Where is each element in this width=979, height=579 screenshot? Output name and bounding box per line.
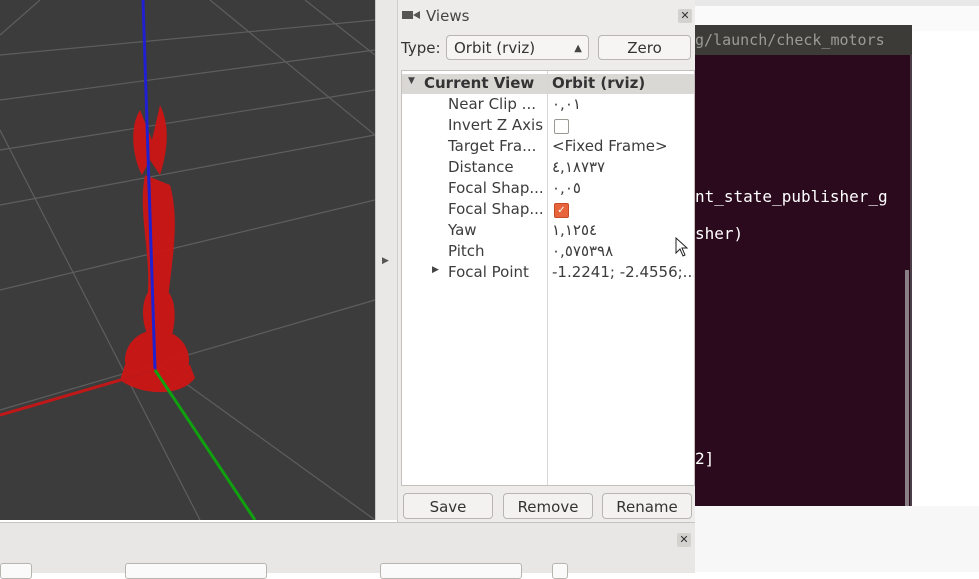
mouse-cursor-icon: [675, 237, 689, 257]
scene-canvas: [0, 0, 375, 520]
type-label: Type:: [401, 39, 441, 57]
property-name: Distance: [448, 158, 514, 176]
rename-button[interactable]: Rename: [602, 493, 692, 519]
time-field[interactable]: [125, 563, 267, 579]
close-icon[interactable]: ✕: [677, 533, 691, 547]
property-name: Near Clip ...: [448, 95, 536, 113]
terminal-line: nt_state_publisher_g: [695, 187, 888, 206]
invert-z-checkbox[interactable]: [554, 119, 569, 134]
time-field[interactable]: [380, 563, 522, 579]
terminal-line: 2]: [695, 449, 715, 468]
expand-arrow-icon[interactable]: ▶: [432, 265, 439, 275]
property-value[interactable]: <Fixed Frame>: [552, 137, 668, 155]
property-name: Focal Shap...: [448, 179, 544, 197]
property-name: Target Fra...: [448, 137, 537, 155]
time-panel: ✕: [0, 522, 695, 579]
focal-shape-checkbox[interactable]: ✓: [554, 203, 569, 218]
terminal-titlebar[interactable]: g/launch/check_motors: [695, 25, 912, 55]
property-value[interactable]: ١,١٢٥٤: [552, 221, 597, 239]
views-panel: Views ✕ Type: Orbit (rviz) ▲ Zero ▼ Curr…: [397, 0, 696, 522]
time-field[interactable]: [0, 563, 32, 579]
views-panel-title: Views: [426, 7, 470, 25]
property-name: Yaw: [448, 221, 477, 239]
tree-row-invert-z[interactable]: Invert Z Axis: [402, 116, 694, 137]
property-tree[interactable]: ▼ Current View Orbit (rviz) Near Clip ..…: [401, 70, 695, 486]
save-button[interactable]: Save: [403, 493, 493, 519]
render-viewport[interactable]: [0, 0, 375, 520]
desktop-background: [695, 506, 979, 572]
property-value[interactable]: ٠,٥٧٥٣٩٨: [552, 242, 613, 260]
tree-row-target-frame[interactable]: Target Fra... <Fixed Frame>: [402, 137, 694, 158]
property-value[interactable]: -1.2241; -2.4556;...: [552, 263, 694, 281]
collapse-arrow-icon[interactable]: ▼: [408, 76, 415, 86]
views-panel-titlebar[interactable]: Views ✕: [398, 3, 696, 27]
property-value[interactable]: ٠,٠١: [552, 95, 581, 113]
current-view-row[interactable]: ▼ Current View Orbit (rviz): [402, 74, 694, 95]
time-checkbox[interactable]: [552, 563, 568, 579]
terminal-line: sher): [695, 224, 744, 243]
tree-row-focal-shape-fixed[interactable]: Focal Shap... ✓: [402, 200, 694, 221]
tree-row-pitch[interactable]: Pitch ٠,٥٧٥٣٩٨: [402, 242, 694, 263]
tree-row-focal-shape-size[interactable]: Focal Shap... ٠,٠٥: [402, 179, 694, 200]
property-name: Focal Point: [448, 263, 529, 281]
tree-row-yaw[interactable]: Yaw ١,١٢٥٤: [402, 221, 694, 242]
zero-button[interactable]: Zero: [598, 35, 691, 60]
select-arrows-icon: ▲: [574, 43, 582, 54]
property-name: Focal Shap...: [448, 200, 544, 218]
tree-row-near-clip[interactable]: Near Clip ... ٠,٠١: [402, 95, 694, 116]
current-view-label: Current View: [424, 74, 535, 92]
remove-button[interactable]: Remove: [503, 493, 593, 519]
panel-splitter[interactable]: ▶: [375, 0, 398, 520]
camera-icon: [402, 11, 420, 19]
property-value[interactable]: ٤,١٨٧٣٧: [552, 158, 605, 176]
close-icon[interactable]: ✕: [678, 9, 692, 23]
property-name: Pitch: [448, 242, 485, 260]
terminal-window[interactable]: nt_state_publisher_g sher) 2]: [695, 55, 912, 506]
property-name: Invert Z Axis: [448, 116, 544, 134]
expand-arrow-icon[interactable]: ▶: [382, 256, 389, 266]
property-value[interactable]: ٠,٠٥: [552, 179, 581, 197]
terminal-scrollbar[interactable]: [905, 270, 909, 506]
tree-row-focal-point[interactable]: ▶ Focal Point -1.2241; -2.4556;...: [402, 263, 694, 284]
tree-row-distance[interactable]: Distance ٤,١٨٧٣٧: [402, 158, 694, 179]
current-view-value: Orbit (rviz): [552, 74, 646, 92]
terminal-title: g/launch/check_motors: [695, 31, 885, 49]
type-select-value: Orbit (rviz): [454, 39, 536, 57]
type-select[interactable]: Orbit (rviz) ▲: [446, 35, 589, 60]
